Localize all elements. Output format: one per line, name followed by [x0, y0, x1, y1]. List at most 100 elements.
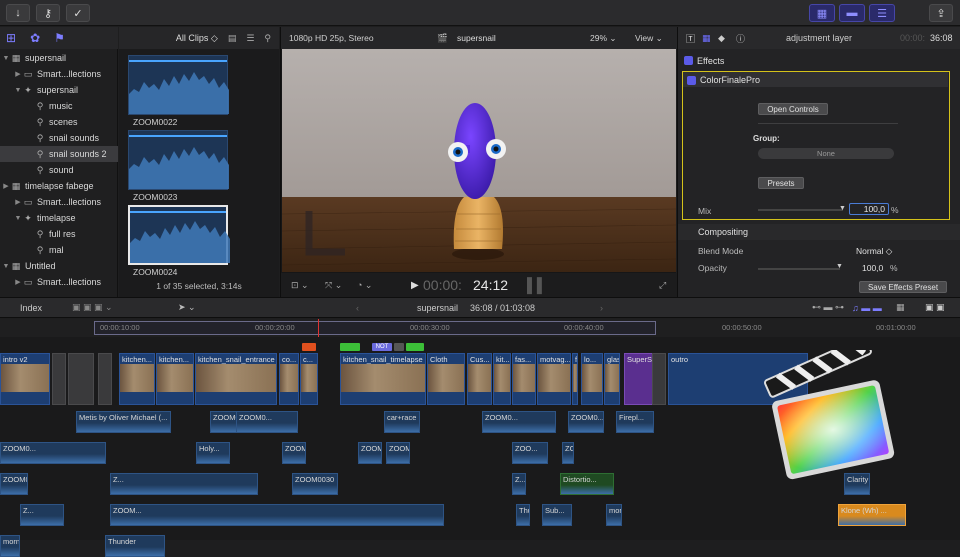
fullscreen-icon[interactable]: ⤢ — [659, 280, 666, 291]
list-view-icon[interactable]: ☰ — [246, 33, 254, 44]
audio-skimming-icon[interactable]: ♫ ▬ ▬ — [852, 303, 882, 313]
storyline-clip[interactable]: glass... — [604, 353, 620, 405]
storyline-clip[interactable]: kitchen_snail_timelapse — [340, 353, 426, 405]
sidebar-item-timelapse-fabege[interactable]: ▶ ▦ timelapse fabege — [0, 178, 118, 194]
audio-clip[interactable]: ZOOM0012 — [562, 442, 574, 464]
group-dropdown[interactable]: None — [758, 148, 894, 159]
audio-clip[interactable]: ZOOM... — [282, 442, 306, 464]
audio-clip[interactable]: Distortio... — [560, 473, 614, 495]
edit-buttons-icon[interactable]: ▣ ▣ ▣ ⌄ — [72, 302, 113, 313]
audio-clip[interactable]: Thunder — [516, 504, 530, 526]
timeline-ruler[interactable]: 00:00:10:00 00:00:20:00 00:00:30:00 00:00:4… — [0, 319, 960, 540]
audio-clip[interactable]: Z... — [110, 473, 258, 495]
audio-clip[interactable]: Sub... — [542, 504, 572, 526]
opacity-slider-knob-icon[interactable]: ▼ — [836, 263, 843, 270]
storyline-clip[interactable]: kitchen... — [156, 353, 194, 405]
audio-clip[interactable]: ZOO... — [512, 442, 548, 464]
audio-clip[interactable]: ZOOM0030 — [292, 473, 338, 495]
plugin-header[interactable]: ColorFinalePro — [683, 72, 948, 87]
presets-button[interactable]: Presets — [758, 177, 804, 189]
marker-green-2[interactable] — [406, 343, 424, 351]
storyline-clip[interactable]: Cloth — [427, 353, 465, 405]
audio-clip[interactable]: morning... — [606, 504, 622, 526]
audio-clip[interactable]: car+race — [384, 411, 420, 433]
storyline-clip[interactable]: Cus... — [467, 353, 492, 405]
audio-clip[interactable]: Z... — [512, 473, 526, 495]
audio-clip[interactable]: ZOOM0... — [0, 442, 106, 464]
audio-clip[interactable]: ZOOM0... — [386, 442, 410, 464]
audio-clip[interactable]: ZOOM0... — [358, 442, 382, 464]
disclosure-triangle-icon[interactable]: ▼ — [14, 87, 22, 94]
clip-appearance-icon[interactable]: ▦ — [896, 302, 905, 313]
play-icon[interactable]: ▶ — [411, 280, 419, 291]
sidebar-item-supersnail[interactable]: ▼ ✦ supersnail — [0, 82, 118, 98]
titles-generators-icon[interactable]: ⚑ — [54, 31, 65, 45]
photos-audio-icon[interactable]: ✿ — [30, 31, 40, 45]
storyline-clip[interactable]: kit... — [493, 353, 511, 405]
compositing-header[interactable]: Compositing — [678, 224, 960, 240]
gap-clip[interactable] — [98, 353, 112, 405]
transform-tool-icon[interactable]: ⤧ ⌄ — [325, 280, 342, 291]
info-icon[interactable]: ⓘ — [736, 32, 745, 45]
audio-clip[interactable]: ZOOM0... — [482, 411, 556, 433]
sidebar-item-full-res[interactable]: ⚲ full res — [0, 226, 118, 242]
zoom-dropdown[interactable]: 29% ⌄ — [590, 33, 617, 44]
viewer-overlay-icon[interactable]: ⊡ ⌄ — [291, 280, 309, 291]
keywords-icon[interactable]: ⚷ — [36, 4, 60, 22]
gap-clip[interactable] — [652, 353, 666, 405]
storyline-clip[interactable]: motvag... — [537, 353, 571, 405]
back-icon[interactable]: ‹ — [356, 303, 359, 313]
clip-thumbnail[interactable] — [128, 55, 229, 115]
select-tool-icon[interactable]: ➤ ⌄ — [178, 302, 196, 313]
storyline-clip[interactable]: co... — [279, 353, 299, 405]
audio-clip[interactable]: ZOOM... — [110, 504, 444, 526]
storyline-clip[interactable]: f — [572, 353, 578, 405]
sidebar-item-supersnail[interactable]: ▼ ▦ supersnail — [0, 50, 118, 66]
gap-clip[interactable] — [52, 353, 66, 405]
view-dropdown[interactable]: View ⌄ — [635, 33, 663, 44]
mix-value-field[interactable]: 100,0 — [849, 203, 889, 215]
zoom-tools-icon[interactable]: ⊷ ▬ ⊶ — [812, 302, 844, 313]
sidebar-item-scenes[interactable]: ⚲ scenes — [0, 114, 118, 130]
sidebar-item-sound[interactable]: ⚲ sound — [0, 162, 118, 178]
save-effects-preset-button[interactable]: Save Effects Preset — [859, 281, 947, 293]
open-controls-button[interactable]: Open Controls — [758, 103, 828, 115]
storyline-clip[interactable]: fas... — [512, 353, 536, 405]
effects-browser-icon[interactable]: ▣ ▣ — [925, 302, 945, 313]
disclosure-triangle-icon[interactable]: ▼ — [2, 55, 10, 62]
clip-filter-dropdown[interactable]: All Clips ◇ — [176, 33, 218, 44]
clip-thumbnail[interactable] — [128, 130, 229, 190]
audio-clip[interactable]: ZOOM0... — [568, 411, 604, 433]
storyline-clip[interactable]: intro v2 — [0, 353, 50, 405]
background-tasks-icon[interactable]: ✓ — [66, 4, 90, 22]
clip-thumbnail[interactable] — [128, 205, 230, 265]
disclosure-triangle-icon[interactable]: ▼ — [14, 215, 22, 222]
marker-orange[interactable] — [302, 343, 316, 351]
storyline-clip[interactable]: kitchen_snail_entrance — [195, 353, 277, 405]
video-frame[interactable] — [282, 49, 676, 272]
marker-gray[interactable] — [394, 343, 404, 351]
audio-clip[interactable]: Metis by Oliver Michael (... — [76, 411, 171, 433]
sidebar-item-untitled[interactable]: ▼ ▦ Untitled — [0, 258, 118, 274]
sidebar-item-timelapse[interactable]: ▼ ✦ timelapse — [0, 210, 118, 226]
audio-clip[interactable]: ZOOM0024 — [0, 473, 28, 495]
sidebar-item-smart-llections[interactable]: ▶ ▭ Smart...llections — [0, 194, 118, 210]
audio-clip[interactable]: ZOOM0021 — [210, 411, 238, 433]
sidebar-item-snail-sounds-2[interactable]: ⚲ snail sounds 2 — [0, 146, 118, 162]
sidebar-item-smart-llections[interactable]: ▶ ▭ Smart...llections — [0, 66, 118, 82]
audio-clip[interactable]: Holy... — [196, 442, 230, 464]
audio-clip[interactable]: Z... — [20, 504, 64, 526]
search-icon[interactable]: ⚲ — [264, 33, 271, 44]
gap-clip[interactable] — [68, 353, 94, 405]
video-inspector-icon[interactable]: ▦ — [702, 33, 711, 44]
audio-clip[interactable]: Firepl... — [616, 411, 654, 433]
storyline-clip[interactable]: c... — [300, 353, 318, 405]
sidebar-item-snail-sounds[interactable]: ⚲ snail sounds — [0, 130, 118, 146]
show-timeline-icon[interactable]: ▬ — [839, 4, 865, 22]
import-media-icon[interactable]: ↓ — [6, 4, 30, 22]
opacity-slider[interactable] — [758, 268, 840, 270]
storyline-clip[interactable]: kitchen... — [119, 353, 155, 405]
disclosure-triangle-icon[interactable]: ▶ — [14, 198, 22, 206]
color-inspector-icon[interactable]: ◆ — [718, 33, 725, 44]
libraries-icon[interactable]: ⊞ — [6, 31, 16, 45]
